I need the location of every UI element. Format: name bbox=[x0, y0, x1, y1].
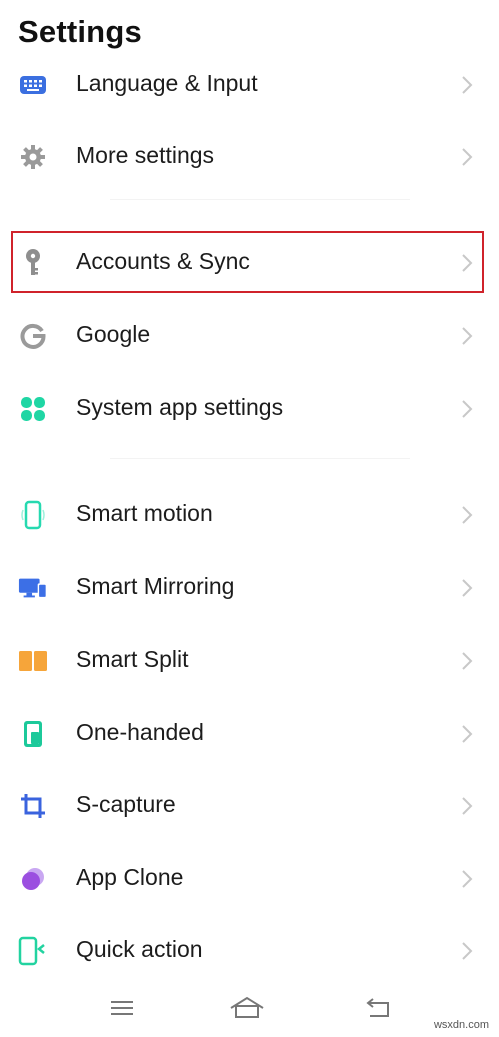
split-screen-icon bbox=[18, 647, 48, 675]
settings-item-quick-action[interactable]: Quick action bbox=[0, 922, 499, 980]
settings-item-label: Smart Split bbox=[76, 646, 189, 672]
settings-item-label: S-capture bbox=[76, 791, 176, 817]
settings-item-accounts[interactable]: Accounts & Sync bbox=[0, 234, 499, 292]
settings-item-label: Quick action bbox=[76, 936, 203, 962]
section-divider bbox=[110, 199, 410, 200]
quick-action-phone-icon bbox=[18, 936, 48, 966]
google-g-icon bbox=[18, 322, 48, 350]
clover-icon bbox=[18, 395, 48, 423]
settings-item-smart-motion[interactable]: Smart motion bbox=[0, 486, 499, 544]
settings-item-s-capture[interactable]: S-capture bbox=[0, 777, 499, 835]
settings-item-label: Smart motion bbox=[76, 500, 213, 526]
chevron-right-icon bbox=[462, 725, 473, 743]
page-title: Settings bbox=[18, 14, 142, 49]
crop-icon bbox=[18, 792, 48, 820]
back-icon[interactable] bbox=[358, 993, 398, 1023]
chevron-right-icon bbox=[462, 327, 473, 345]
watermark: wsxdn.com bbox=[433, 1019, 489, 1031]
settings-item-smart-mirroring[interactable]: Smart Mirroring bbox=[0, 559, 499, 617]
menu-icon[interactable] bbox=[102, 993, 142, 1023]
chevron-right-icon bbox=[462, 506, 473, 524]
chevron-right-icon bbox=[462, 797, 473, 815]
app-clone-icon bbox=[18, 865, 48, 893]
chevron-right-icon bbox=[462, 652, 473, 670]
key-icon bbox=[18, 249, 48, 277]
phone-outline-icon bbox=[18, 500, 48, 530]
settings-item-system-app[interactable]: System app settings bbox=[0, 380, 499, 438]
gear-icon bbox=[18, 143, 48, 171]
chevron-right-icon bbox=[462, 76, 473, 94]
settings-item-more[interactable]: More settings bbox=[0, 128, 499, 186]
settings-item-label: Smart Mirroring bbox=[76, 573, 235, 599]
settings-item-label: Accounts & Sync bbox=[76, 248, 250, 274]
settings-item-google[interactable]: Google bbox=[0, 307, 499, 365]
chevron-right-icon bbox=[462, 400, 473, 418]
section-divider bbox=[110, 458, 410, 459]
monitor-phone-icon bbox=[18, 574, 48, 602]
settings-item-language[interactable]: Language & Input bbox=[0, 56, 499, 114]
chevron-right-icon bbox=[462, 148, 473, 166]
settings-item-label: More settings bbox=[76, 142, 215, 168]
settings-item-app-clone[interactable]: App Clone bbox=[0, 850, 499, 908]
settings-item-smart-split[interactable]: Smart Split bbox=[0, 632, 499, 690]
home-icon[interactable] bbox=[227, 993, 267, 1023]
chevron-right-icon bbox=[462, 942, 473, 960]
chevron-right-icon bbox=[462, 254, 473, 272]
one-handed-phone-icon bbox=[18, 720, 48, 748]
settings-item-label: One-handed bbox=[76, 719, 204, 745]
settings-item-one-handed[interactable]: One-handed bbox=[0, 705, 499, 763]
chevron-right-icon bbox=[462, 579, 473, 597]
settings-item-label: Google bbox=[76, 321, 151, 347]
settings-item-label: System app settings bbox=[76, 394, 284, 420]
chevron-right-icon bbox=[462, 870, 473, 888]
settings-item-label: App Clone bbox=[76, 864, 184, 890]
navigation-bar bbox=[0, 985, 499, 1030]
keyboard-icon bbox=[18, 71, 48, 99]
settings-item-label: Language & Input bbox=[76, 70, 258, 96]
